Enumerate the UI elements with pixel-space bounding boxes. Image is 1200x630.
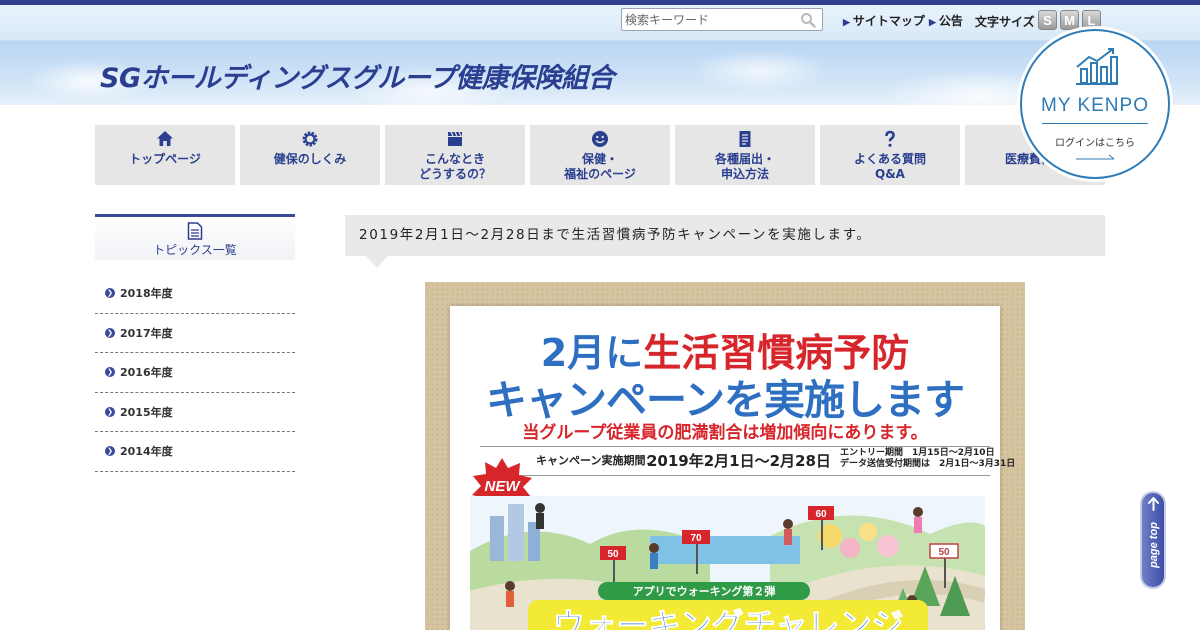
nav-label: どうするの？: [418, 167, 491, 181]
question-icon: [885, 130, 895, 147]
data-period-text: データ送信受付期間は 2月1日～3月31日: [840, 459, 1016, 469]
sidebar-item-label: 2018年度: [120, 287, 173, 301]
sidebar-item-label: 2016年度: [120, 366, 173, 380]
page-top-button[interactable]: page top: [1140, 491, 1166, 589]
distance-sign: 50: [607, 549, 619, 560]
walking-illustration: 90 50 70 60 50 100: [470, 496, 985, 630]
entry-period: エントリー期間 1月15日～2月10日 データ送信受付期間は 2月1日～3月31日: [840, 448, 1015, 470]
sidebar-heading[interactable]: トピックス一覧: [95, 214, 295, 260]
sidebar-item-2015[interactable]: ❯ 2015年度: [95, 393, 295, 432]
my-kenpo-title: MY KENPO: [1041, 95, 1149, 116]
nav-label: 保健・: [581, 152, 618, 166]
clapperboard-icon: [448, 131, 462, 146]
sitemap-label: サイトマップ: [852, 14, 925, 28]
nav-label: 各種届出・: [714, 152, 775, 166]
gear-icon: [302, 131, 318, 147]
font-size-large-button[interactable]: L: [1082, 10, 1101, 30]
sidebar-list: ❯ 2018年度 ❯ 2017年度 ❯ 2016年度 ❯ 2015年度 ❯ 2014年度: [95, 274, 295, 472]
sidebar-item-2016[interactable]: ❯ 2016年度: [95, 353, 295, 393]
nav-label: トップページ: [129, 152, 201, 166]
font-size-small-button[interactable]: S: [1038, 10, 1057, 30]
nav-item-system[interactable]: 健保のしくみ: [240, 125, 380, 185]
challenge-title: ウォーキングチャレンジ: [553, 606, 904, 630]
arrow-right-icon: ▶: [929, 17, 936, 27]
font-size-label: 文字サイズ: [975, 15, 1035, 29]
nav-label: よくある質問: [853, 152, 926, 166]
chevron-right-icon: ❯: [105, 446, 115, 457]
my-kenpo-divider: [1042, 123, 1148, 124]
poster-sheet: 2月に生活習慣病予防 キャンペーンを実施します 当グループ従業員の肥満割合は増加…: [450, 306, 1015, 630]
site-logo[interactable]: SGホールディングスグループ健康保険組合: [100, 56, 615, 95]
document-icon: [739, 131, 751, 147]
distance-sign: 60: [815, 509, 827, 520]
nav-label: 申込方法: [720, 167, 769, 181]
notice-label: 公告: [938, 14, 963, 28]
nav-item-top[interactable]: トップページ: [95, 125, 235, 185]
nav-label: Q&A: [875, 167, 905, 181]
distance-sign: 70: [690, 533, 702, 544]
nav-item-forms[interactable]: 各種届出・ 申込方法: [675, 125, 815, 185]
poster-subheadline: 当グループ従業員の肥満割合は増加傾向にあります。: [522, 423, 928, 443]
campaign-period: キャンペーン実施期間： 2019年2月1日～2月28日 エントリー期間 1月15…: [480, 446, 1015, 476]
sidebar-item-label: 2014年度: [120, 445, 173, 459]
search-box: [621, 8, 823, 31]
chevron-right-icon: ❯: [105, 327, 115, 338]
chevron-right-icon: ❯: [105, 288, 115, 299]
sidebar-item-label: 2017年度: [120, 326, 173, 340]
page-top-label: page top: [1148, 522, 1160, 568]
chevron-right-icon: ❯: [105, 367, 115, 378]
page-title: 2019年2月1日～2月28日まで生活習慣病予防キャンペーンを実施します。: [345, 215, 1105, 256]
search-icon[interactable]: [800, 12, 816, 28]
sidebar-item-2018[interactable]: ❯ 2018年度: [95, 274, 295, 314]
arrow-right-icon: [1076, 154, 1115, 160]
period-label: キャンペーン実施期間：: [536, 454, 657, 467]
arrow-right-icon: ▶: [843, 17, 850, 27]
sitemap-link[interactable]: ▶ サイトマップ: [843, 12, 925, 29]
nav-label: こんなとき: [424, 152, 485, 166]
walking-scene-art: 90 50 70 60 50 100: [470, 496, 985, 630]
nav-label: 福祉のページ: [564, 167, 636, 181]
chevron-right-icon: ❯: [105, 406, 115, 417]
nav-item-faq[interactable]: よくある質問 Q&A: [820, 125, 960, 185]
my-kenpo-login-button[interactable]: MY KENPO ログインはこちら: [1020, 29, 1170, 179]
topics-sidebar: トピックス一覧 ❯ 2018年度 ❯ 2017年度 ❯ 2016年度 ❯ 2015年度 …: [95, 214, 295, 472]
period-dates: 2019年2月1日～2月28日: [647, 452, 831, 470]
campaign-poster: 2月に生活習慣病予防 キャンペーンを実施します 当グループ従業員の肥満割合は増加…: [425, 282, 1025, 630]
smile-icon: [592, 131, 608, 147]
new-badge-text: NEW: [485, 478, 522, 495]
document-icon: [187, 222, 203, 240]
nav-item-welfare[interactable]: 保健・ 福祉のページ: [530, 125, 670, 185]
poster-headline-2: キャンペーンを実施します: [486, 376, 965, 424]
sidebar-heading-label: トピックス一覧: [153, 243, 237, 257]
challenge-subtitle: アプリでウォーキング第２弾: [633, 584, 776, 598]
title-pointer: [366, 256, 388, 268]
sidebar-item-label: 2015年度: [120, 405, 173, 419]
entry-period-text: エントリー期間 1月15日～2月10日: [840, 448, 995, 458]
search-input[interactable]: [622, 9, 794, 31]
sidebar-item-2017[interactable]: ❯ 2017年度: [95, 314, 295, 353]
nav-item-situations[interactable]: こんなとき どうするの？: [385, 125, 525, 185]
sidebar-item-2014[interactable]: ❯ 2014年度: [95, 432, 295, 472]
font-size-medium-button[interactable]: M: [1060, 10, 1079, 30]
arrow-up-icon: [1148, 497, 1159, 511]
notice-link[interactable]: ▶ 公告: [929, 12, 963, 29]
bar-chart-icon: [1076, 48, 1118, 85]
my-kenpo-login-label: ログインはこちら: [1055, 138, 1135, 149]
nav-label: 健保のしくみ: [273, 152, 347, 166]
home-icon: [157, 131, 173, 146]
distance-sign: 50: [938, 547, 950, 558]
